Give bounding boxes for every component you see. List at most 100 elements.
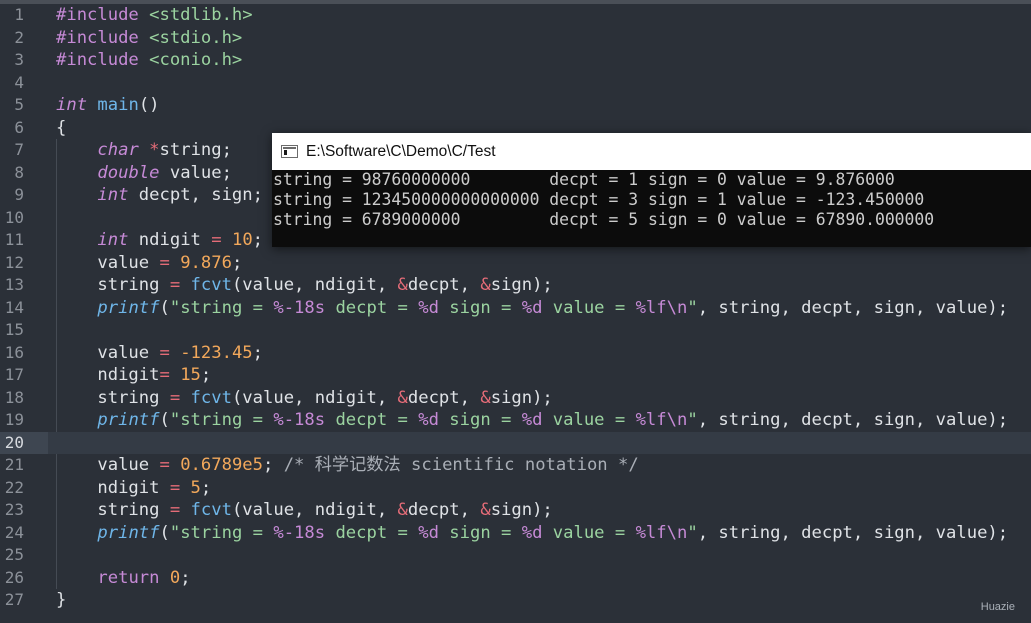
code-line[interactable]: 20 [0, 431, 1031, 454]
line-number: 12 [4, 252, 24, 272]
code-line[interactable]: 15 [0, 319, 1031, 342]
code-token: & [397, 500, 408, 520]
code-token: %d [418, 297, 439, 318]
code-text: int ndigit = 10; [56, 229, 263, 252]
console-output-line: string = 123450000000000000 decpt = 3 si… [273, 190, 925, 209]
code-token: %d [521, 297, 543, 318]
code-token: ; [200, 365, 212, 385]
line-number: 23 [4, 500, 24, 519]
code-text: #include <conio.h> [56, 49, 242, 72]
code-token: %d [521, 522, 543, 543]
code-line[interactable]: 3 #include <conio.h> [0, 49, 1031, 72]
code-line[interactable]: 14 printf("string = %-18s decpt = %d sig… [0, 297, 1031, 320]
line-number: 2 [14, 27, 24, 47]
code-token: " [687, 522, 698, 543]
code-token: string [56, 275, 170, 295]
code-token: double [97, 162, 160, 183]
code-token: value = [542, 410, 636, 430]
code-text: ndigit = 5; [56, 477, 211, 500]
code-token: value [56, 455, 160, 475]
code-text: { [56, 117, 66, 140]
code-token: \n [666, 410, 688, 430]
code-token: = [159, 252, 170, 273]
code-text: } [56, 589, 66, 612]
code-token: & [397, 387, 408, 408]
code-token: "string = [169, 297, 274, 318]
code-token: sign = [438, 297, 522, 318]
code-line[interactable]: 1 #include <stdlib.h> [0, 4, 1031, 27]
line-number: 17 [4, 365, 24, 384]
line-number: 18 [4, 387, 24, 407]
code-line[interactable]: 23 string = fcvt(value, ndigit, &decpt, … [0, 499, 1031, 522]
code-line[interactable]: 17 ndigit= 15; [0, 364, 1031, 387]
code-token: char [97, 140, 139, 160]
code-text: value = -123.45; [56, 342, 263, 365]
code-line[interactable]: 13 string = fcvt(value, ndigit, &decpt, … [0, 274, 1031, 297]
line-number: 19 [4, 410, 24, 429]
code-token: & [480, 275, 491, 295]
line-number: 13 [4, 275, 24, 294]
code-token: value = [542, 522, 636, 543]
code-token: decpt = [325, 297, 419, 318]
code-token: decpt = [325, 522, 419, 543]
code-line[interactable]: 25 [0, 544, 1031, 567]
console-window[interactable]: E:\Software\C\Demo\C/Test string = 98760… [272, 133, 1031, 247]
code-token: { [56, 117, 67, 138]
line-number: 27 [4, 590, 24, 609]
code-token: (value, ndigit, [231, 500, 398, 520]
code-token: = [169, 477, 181, 498]
code-text: ndigit= 15; [56, 364, 211, 387]
code-token: = [159, 342, 170, 363]
line-number: 14 [4, 297, 24, 317]
line-number: 22 [4, 477, 24, 497]
code-token: main [97, 95, 139, 115]
code-line[interactable]: 22 ndigit = 5; [0, 477, 1031, 500]
code-line[interactable]: 21 value = 0.6789e5; /* 科学记数法 scientific… [0, 454, 1031, 477]
line-number: 4 [14, 72, 24, 92]
code-editor[interactable]: 1 #include <stdlib.h> 2 #include <stdio.h> 3… [0, 4, 1031, 623]
line-number: 7 [14, 140, 24, 159]
code-text: string = fcvt(value, ndigit, &decpt, &si… [56, 274, 553, 297]
code-token: ; [231, 252, 243, 273]
code-token: (value, ndigit, [231, 275, 398, 295]
code-line[interactable]: 27} [0, 589, 1031, 612]
code-token: sign); [490, 275, 553, 295]
code-line[interactable]: 2 #include <stdio.h> [0, 27, 1031, 50]
line-number: 24 [4, 522, 24, 542]
watermark: Huazie [980, 601, 1015, 613]
console-output-line: string = 6789000000 decpt = 5 sign = 0 v… [273, 210, 935, 229]
code-line[interactable]: 19 printf("string = %-18s decpt = %d sig… [0, 409, 1031, 432]
code-line[interactable]: 12 value = 9.876; [0, 252, 1031, 275]
code-token: , string, decpt, sign, value); [697, 522, 1009, 543]
code-token: ndigit [56, 477, 170, 498]
code-text: printf("string = %-18s decpt = %d sign =… [56, 522, 1008, 545]
console-titlebar[interactable]: E:\Software\C\Demo\C/Test [272, 133, 1031, 170]
line-number: 11 [4, 230, 24, 249]
code-token: %lf [635, 297, 667, 318]
code-token: 15 [180, 365, 201, 385]
code-line[interactable]: 24 printf("string = %-18s decpt = %d sig… [0, 522, 1031, 545]
code-token: %lf [635, 522, 667, 543]
code-token: %d [418, 522, 439, 543]
code-line[interactable]: 18 string = fcvt(value, ndigit, &decpt, … [0, 387, 1031, 410]
code-line[interactable]: 4 [0, 72, 1031, 95]
code-token: value [56, 252, 160, 273]
line-number: 6 [14, 117, 24, 137]
console-output[interactable]: string = 98760000000 decpt = 1 sign = 0 … [272, 170, 1031, 247]
code-line[interactable]: 26 return 0; [0, 567, 1031, 590]
code-line[interactable]: 16 value = -123.45; [0, 342, 1031, 365]
code-token: sign = [438, 410, 522, 430]
code-text: string = fcvt(value, ndigit, &decpt, &si… [56, 499, 552, 522]
code-line[interactable]: 5 int main() [0, 94, 1031, 117]
code-token: /* 科学记数法 scientific notation */ [283, 455, 639, 475]
code-token: = [159, 455, 170, 475]
line-number: 1 [14, 5, 24, 24]
code-text: printf("string = %-18s decpt = %d sign =… [56, 297, 1008, 320]
